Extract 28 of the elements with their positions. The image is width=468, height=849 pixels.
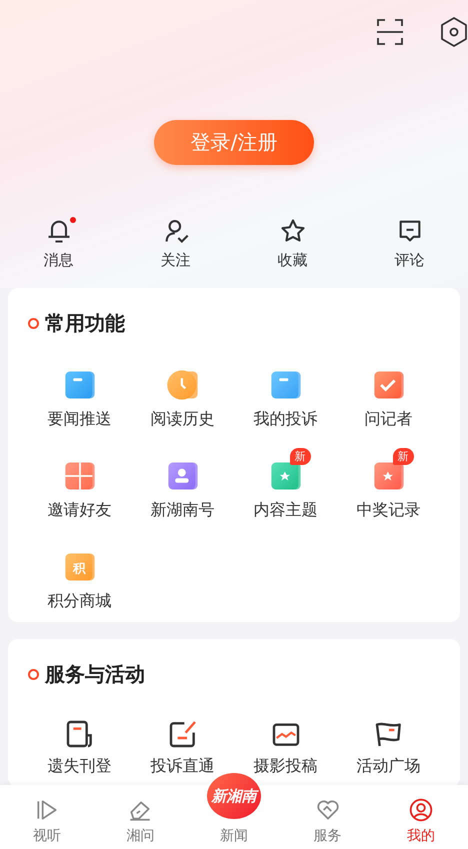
quick-action[interactable]: 收藏 [234, 217, 351, 270]
new-badge: 新 [290, 448, 310, 465]
feature-item[interactable]: 积 积分商城 [28, 539, 131, 612]
feature-item[interactable]: 阅读历史 [131, 357, 234, 430]
settings-icon[interactable] [439, 16, 468, 48]
feature-item[interactable]: 我的投诉 [234, 357, 337, 430]
feature-item[interactable]: 新湖南号 [131, 448, 234, 521]
feature-item[interactable]: 新 中奖记录 [337, 448, 440, 521]
tab[interactable]: 湘问 [94, 797, 188, 849]
new-badge: 新 [392, 448, 414, 465]
quick-action[interactable]: 关注 [117, 217, 234, 270]
feature-item[interactable]: 要闻推送 [28, 357, 131, 430]
person-icon [408, 797, 434, 823]
feature-item[interactable]: 新 内容主题 [234, 448, 337, 521]
bullet-icon [28, 669, 39, 680]
quick-action[interactable]: 消息 [0, 217, 117, 270]
tab[interactable]: 服务 [280, 797, 374, 849]
quick-action[interactable]: 评论 [351, 217, 468, 270]
tab[interactable]: 视听 [0, 797, 94, 849]
tab[interactable]: 我的 [374, 797, 468, 849]
feature-item[interactable]: 邀请好友 [28, 448, 131, 521]
feature-item[interactable]: 遗失刊登 [28, 708, 131, 777]
scan-icon[interactable] [375, 16, 405, 48]
bullet-icon [28, 318, 39, 329]
feature-item[interactable]: 问记者 [337, 357, 440, 430]
section-title: 常用功能 [45, 310, 125, 337]
section-title: 服务与活动 [45, 661, 145, 688]
feature-item[interactable]: 活动广场 [337, 708, 440, 777]
